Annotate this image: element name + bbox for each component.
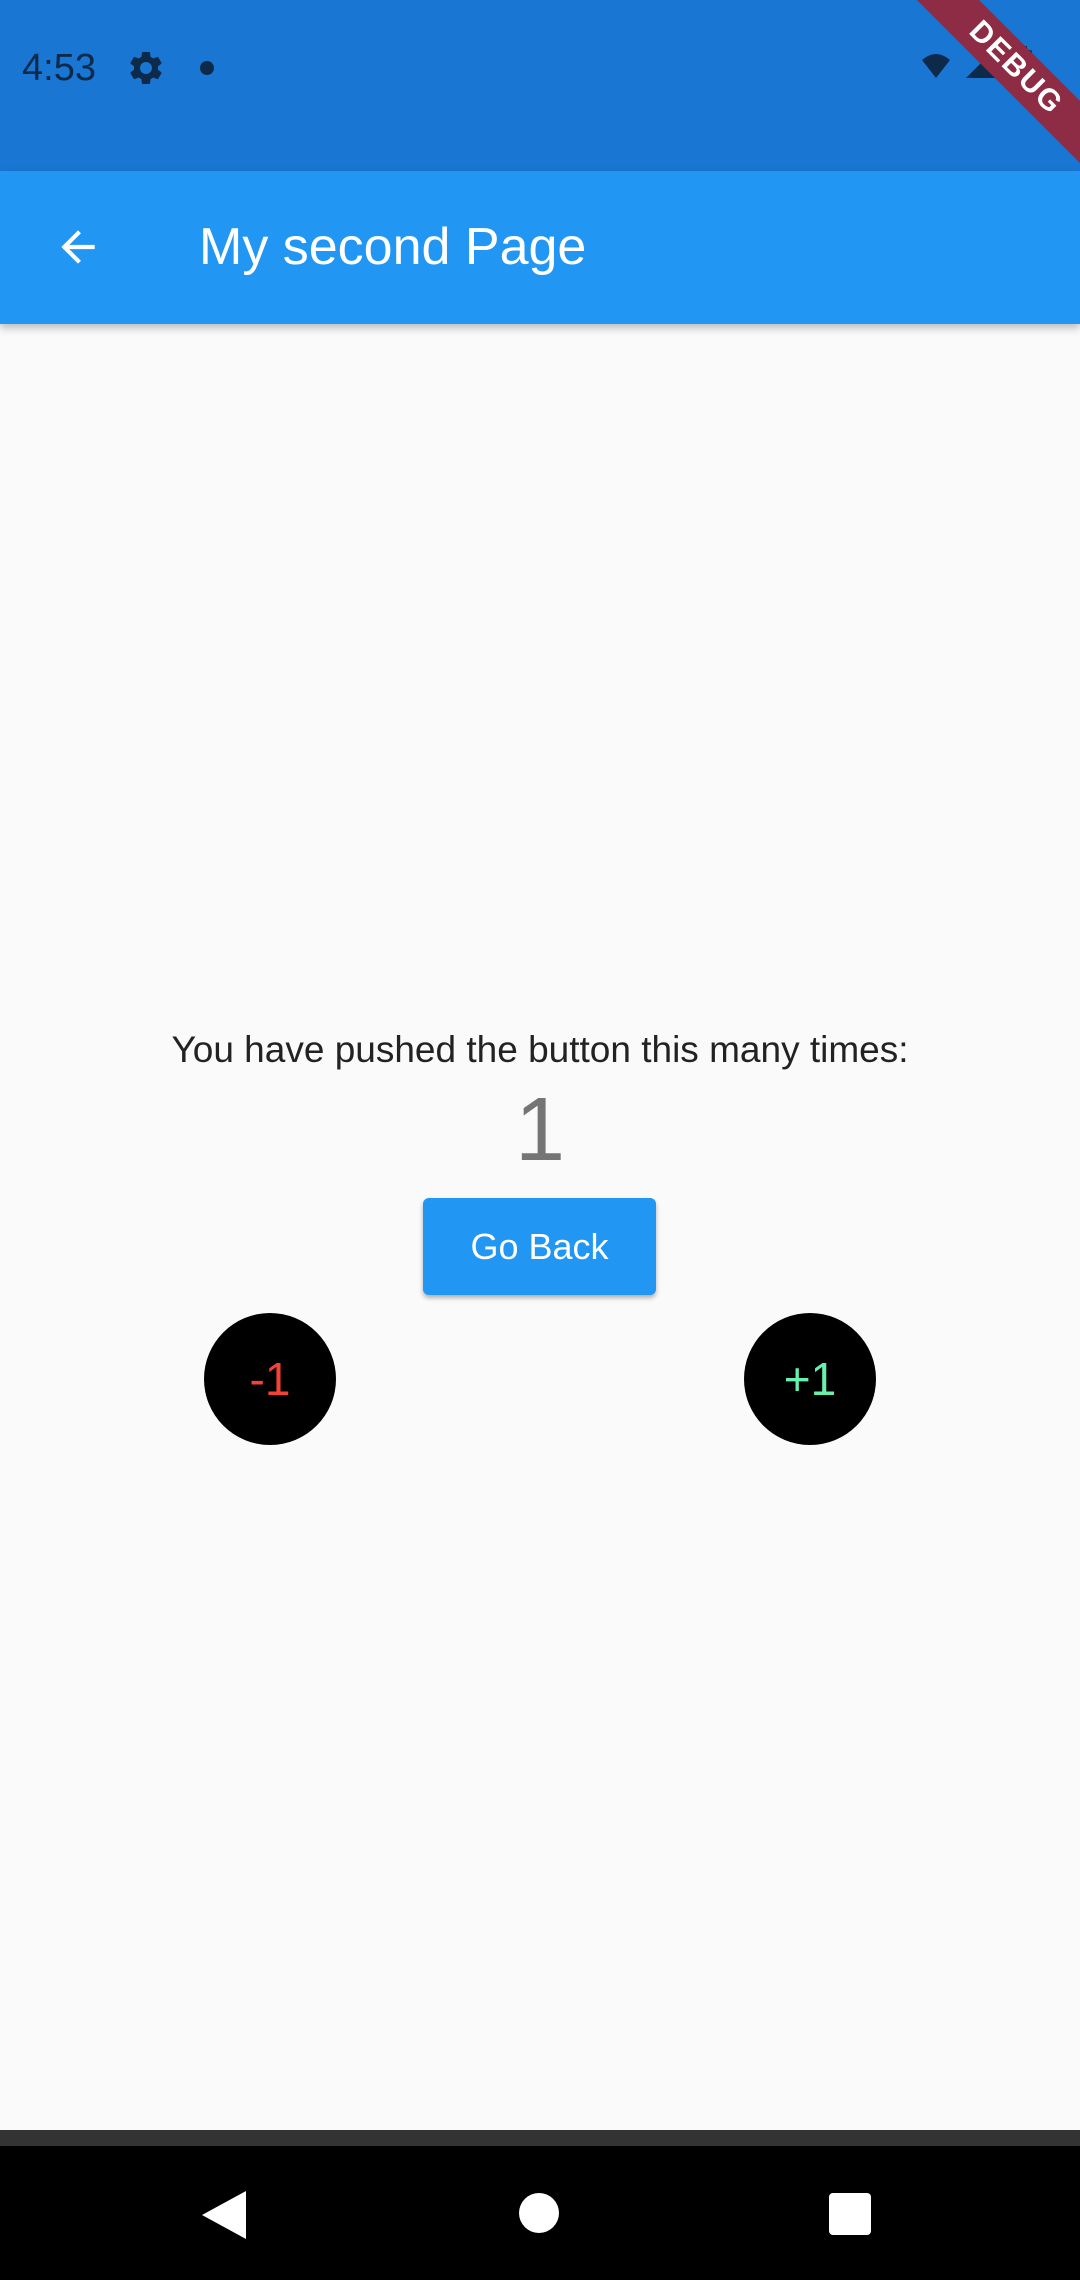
status-time: 4:53 [22,47,96,89]
decrement-label: -1 [249,1353,291,1405]
status-icons [922,46,1032,80]
nav-back-icon[interactable] [202,2191,246,2239]
wifi-icon [922,54,950,78]
increment-label: +1 [783,1353,837,1405]
decrement-button[interactable]: -1 [204,1313,336,1445]
go-back-button[interactable]: Go Back [423,1198,656,1295]
counter-label: You have pushed the button this many tim… [171,1029,909,1070]
page-title: My second Page [199,218,587,276]
battery-icon [1014,46,1032,80]
signal-icon [966,46,998,78]
app-bar: My second Page [0,171,1080,324]
status-bar: 4:53 [0,0,1080,171]
system-nav-bar [0,2146,1080,2280]
counter-value: 1 [514,1080,566,1180]
nav-recents-icon[interactable] [829,2193,871,2235]
notification-dot-icon [200,61,214,75]
nav-divider [0,2130,1080,2146]
back-button[interactable] [34,203,122,291]
gear-icon [130,51,162,84]
arrow-back-icon [61,230,95,264]
increment-button[interactable]: +1 [744,1313,876,1445]
nav-home-icon[interactable] [519,2193,559,2233]
